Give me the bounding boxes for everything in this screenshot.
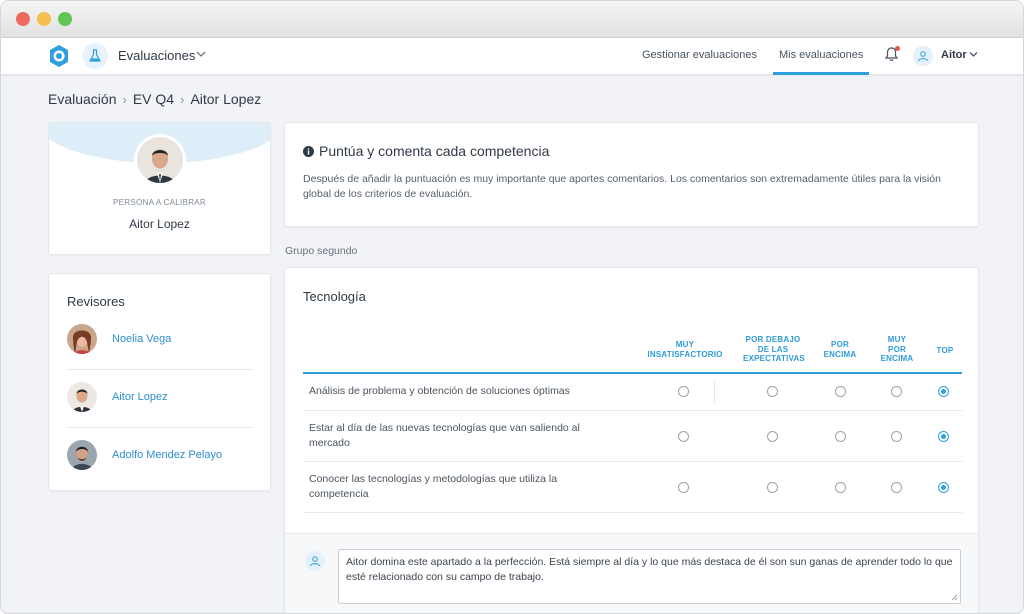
rating-radio-below-expectations[interactable] (767, 386, 778, 397)
nav-link-my-evaluations[interactable]: Mis evaluaciones (779, 49, 863, 61)
reviewers-card: Revisores Noelia Vega Aitor Lopez Adolfo… (48, 273, 271, 491)
breadcrumb: Evaluación › EV Q4 › Aitor Lopez (48, 91, 261, 107)
reviewer-item[interactable]: Noelia Vega (67, 324, 253, 382)
rating-radio-well-above[interactable] (891, 431, 902, 442)
active-tab-indicator (773, 72, 869, 75)
avatar (67, 440, 97, 470)
avatar (134, 134, 186, 186)
reviewer-item[interactable]: Adolfo Mendez Pelayo (67, 440, 253, 498)
instructions-card: Puntúa y comenta cada competencia Despué… (284, 122, 979, 227)
instructions-heading: Puntúa y comenta cada competencia (303, 143, 549, 159)
chevron-right-icon: › (180, 91, 185, 107)
competency-label: Estar al día de las nuevas tecnologías q… (309, 422, 580, 449)
column-header-very-unsatisfactory: MUY INSATISFACTORIO (647, 340, 723, 359)
person-card: PERSONA A CALIBRAR Aitor Lopez (48, 122, 271, 255)
competency-label: Conocer las tecnologías y metodologías q… (309, 473, 558, 500)
reviewers-heading: Revisores (67, 294, 125, 309)
user-icon (310, 556, 320, 567)
rating-radio-above[interactable] (835, 431, 846, 442)
divider (714, 381, 715, 403)
window-titlebar (1, 1, 1023, 38)
reviewer-name-link[interactable]: Aitor Lopez (112, 391, 168, 403)
rating-radio-very-unsatisfactory[interactable] (678, 386, 689, 397)
section-title: Tecnología (303, 289, 366, 304)
reviewer-name-link[interactable]: Noelia Vega (112, 333, 171, 345)
close-window-button[interactable] (16, 12, 30, 26)
rating-radio-top[interactable] (938, 386, 949, 397)
column-header-well-above: MUY POR ENCIMA (880, 335, 914, 363)
rating-radio-well-above[interactable] (891, 386, 902, 397)
row-divider (303, 410, 962, 411)
user-menu-label[interactable]: Aitor (941, 49, 967, 61)
rating-radio-top[interactable] (938, 482, 949, 493)
rating-radio-above[interactable] (835, 482, 846, 493)
info-circle-icon (303, 145, 314, 157)
rating-radio-above[interactable] (835, 386, 846, 397)
avatar (67, 324, 97, 354)
divider (67, 369, 253, 370)
comment-text: Aitor domina este apartado a la perfecci… (346, 556, 953, 583)
instructions-text: Después de añadir la puntuación es muy i… (303, 173, 941, 200)
person-role-label: PERSONA A CALIBRAR (113, 198, 206, 207)
row-divider (303, 461, 962, 462)
user-avatar (305, 551, 325, 571)
app-window: Evaluaciones Gestionar evaluaciones Mis … (0, 0, 1024, 614)
breadcrumb-item[interactable]: Evaluación (48, 91, 117, 107)
notification-badge (895, 46, 900, 51)
instructions-title: Puntúa y comenta cada competencia (319, 143, 550, 159)
group-label: Grupo segundo (285, 245, 358, 257)
maximize-window-button[interactable] (58, 12, 72, 26)
chevron-right-icon: › (122, 91, 127, 107)
avatar (67, 382, 97, 412)
comment-section: Aitor domina este apartado a la perfecci… (285, 533, 978, 613)
breadcrumb-item[interactable]: EV Q4 (133, 91, 174, 107)
top-navbar: Evaluaciones Gestionar evaluaciones Mis … (1, 38, 1023, 75)
user-avatar[interactable] (913, 46, 933, 66)
flask-icon[interactable] (82, 43, 108, 69)
nav-link-manage-evaluations[interactable]: Gestionar evaluaciones (642, 49, 757, 61)
app-switcher-label[interactable]: Evaluaciones (118, 48, 195, 63)
rating-radio-well-above[interactable] (891, 482, 902, 493)
logo-icon[interactable] (47, 44, 71, 68)
breadcrumb-current: Aitor Lopez (190, 91, 262, 107)
rating-radio-very-unsatisfactory[interactable] (678, 482, 689, 493)
competency-section-card: Tecnología MUY INSATISFACTORIO POR DEBAJ… (284, 267, 979, 613)
column-header-above: POR ENCIMA (823, 340, 857, 359)
rating-radio-top[interactable] (938, 431, 949, 442)
resize-handle-icon[interactable] (951, 594, 958, 601)
rating-radio-below-expectations[interactable] (767, 482, 778, 493)
row-divider (303, 512, 962, 513)
person-name: Aitor Lopez (129, 217, 190, 231)
competency-label: Análisis de problema y obtención de solu… (309, 385, 570, 397)
divider (67, 427, 253, 428)
minimize-window-button[interactable] (37, 12, 51, 26)
user-icon (918, 51, 928, 62)
column-header-below-expectations: POR DEBAJO DE LAS EXPECTATIVAS (743, 335, 805, 363)
rating-radio-very-unsatisfactory[interactable] (678, 431, 689, 442)
comment-textarea[interactable]: Aitor domina este apartado a la perfecci… (338, 549, 961, 604)
chevron-down-icon[interactable] (969, 51, 978, 58)
table-header-line (303, 372, 962, 374)
rating-radio-below-expectations[interactable] (767, 431, 778, 442)
chevron-down-icon[interactable] (196, 50, 206, 58)
column-header-top: TOP (936, 346, 954, 355)
reviewer-name-link[interactable]: Adolfo Mendez Pelayo (112, 449, 222, 461)
reviewer-item[interactable]: Aitor Lopez (67, 382, 253, 440)
